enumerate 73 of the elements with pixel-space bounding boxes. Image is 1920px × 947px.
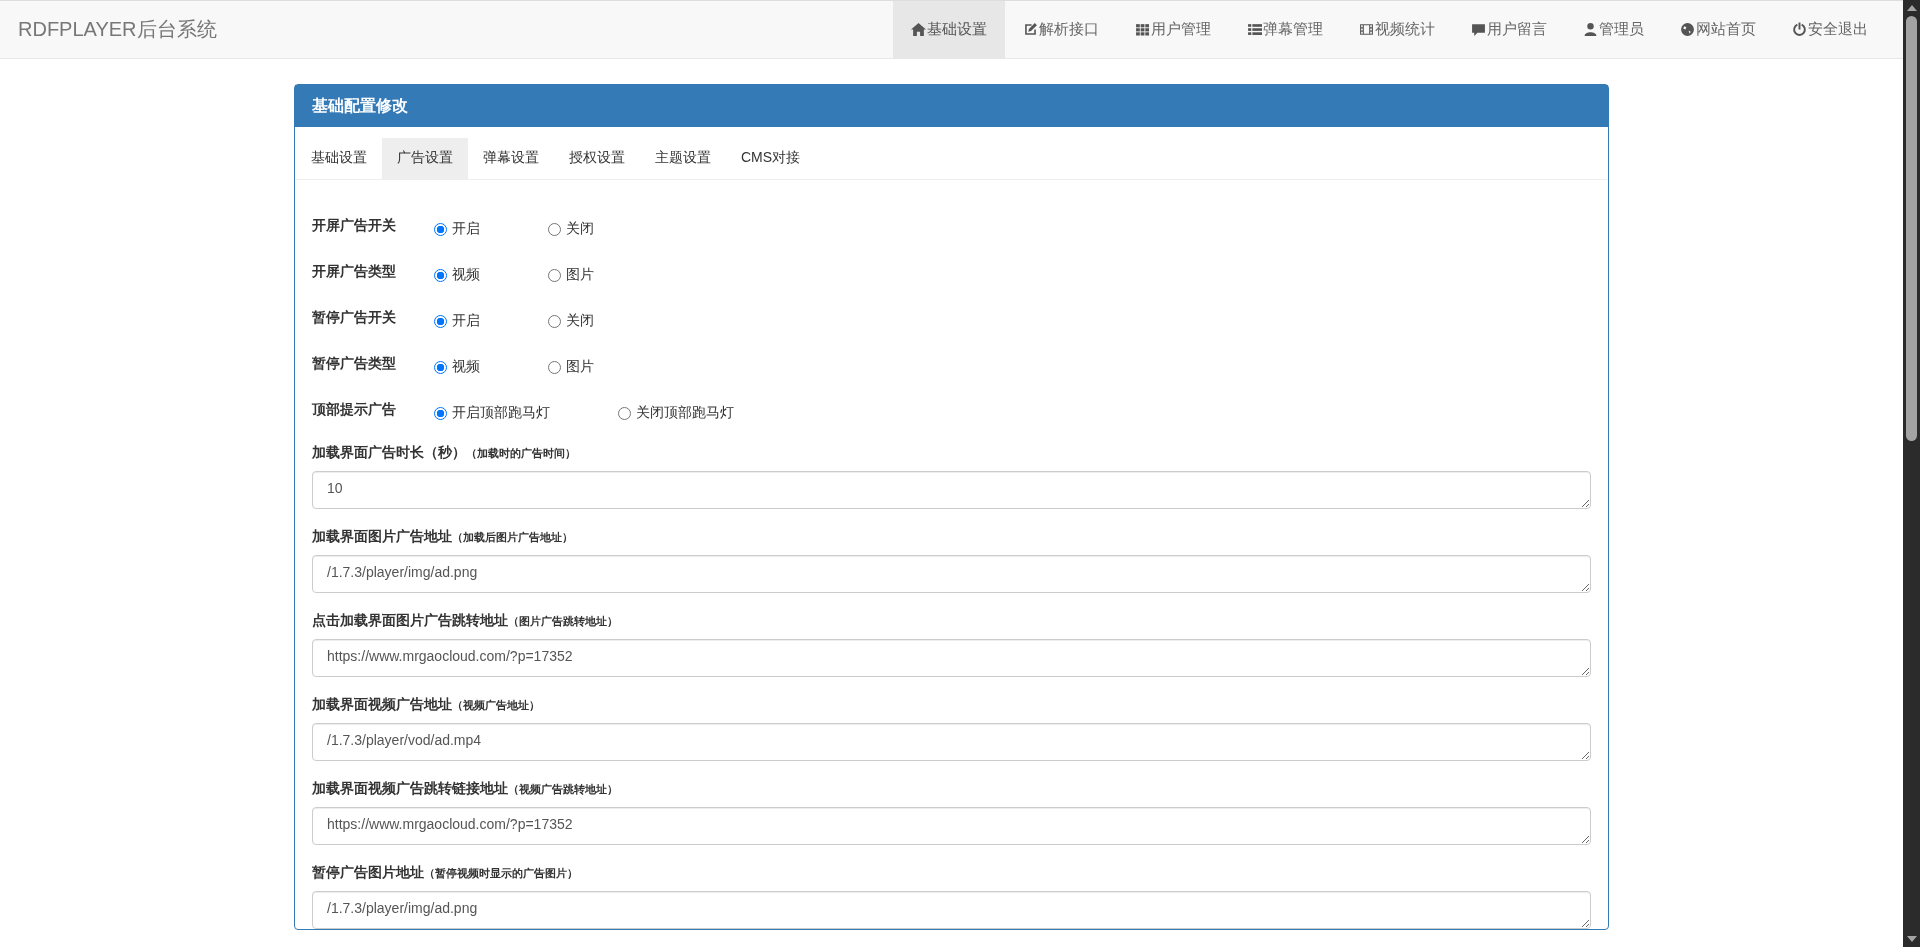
field-label: 暂停广告图片地址 <box>312 864 424 880</box>
radio-label[interactable]: 图片 <box>566 358 594 376</box>
radio-label[interactable]: 视频 <box>452 358 480 376</box>
panel-title: 基础配置修改 <box>312 95 408 116</box>
scrollbar[interactable] <box>1903 0 1920 947</box>
radio-label[interactable]: 开启顶部跑马灯 <box>452 404 550 422</box>
radio-button[interactable] <box>434 360 447 374</box>
radio-button[interactable] <box>434 222 447 236</box>
scroll-up-icon[interactable] <box>1906 5 1917 11</box>
list-icon <box>1247 22 1262 37</box>
radio-button[interactable] <box>548 360 561 374</box>
tab[interactable]: 授权设置 <box>554 138 640 179</box>
home-icon <box>911 22 926 37</box>
field-label: 暂停广告类型 <box>312 355 397 373</box>
radio-button[interactable] <box>548 268 561 282</box>
text-area[interactable]: /1.7.3/player/vod/ad.mp4 <box>312 723 1591 761</box>
radio-label[interactable]: 关闭 <box>566 220 594 238</box>
globe-icon <box>1680 22 1695 37</box>
radio-label[interactable]: 关闭顶部跑马灯 <box>636 404 734 422</box>
edit-icon <box>1023 22 1038 37</box>
field-hint: （视频广告跳转地址） <box>508 783 618 795</box>
text-area[interactable]: https://www.mrgaocloud.com/?p=17352 <box>312 807 1591 845</box>
field-hint: （加载时的广告时间） <box>466 447 576 459</box>
field-hint: （加载后图片广告地址） <box>452 531 573 543</box>
nav-link[interactable]: 网站首页 <box>1662 1 1774 58</box>
radio-button[interactable] <box>434 406 447 420</box>
text-area[interactable]: 10 <box>312 471 1591 509</box>
power-icon <box>1792 22 1807 37</box>
field-hint: （图片广告跳转地址） <box>508 615 618 627</box>
field-hint: （暂停视频时显示的广告图片） <box>424 867 578 879</box>
film-icon <box>1359 22 1374 37</box>
text-area[interactable]: /1.7.3/player/img/ad.png <box>312 891 1591 929</box>
field-label: 开屏广告开关 <box>312 217 397 235</box>
radio-label[interactable]: 图片 <box>566 266 594 284</box>
field-label: 加载界面图片广告地址 <box>312 528 452 544</box>
field-hint: （视频广告地址） <box>452 699 540 711</box>
nav-link[interactable]: 弹幕管理 <box>1229 1 1341 58</box>
field-label: 开屏广告类型 <box>312 263 397 281</box>
text-area[interactable]: /1.7.3/player/img/ad.png <box>312 555 1591 593</box>
nav-link[interactable]: 解析接口 <box>1005 1 1117 58</box>
brand-title[interactable]: RDFPLAYER后台系统 <box>18 16 217 43</box>
tab[interactable]: CMS对接 <box>726 138 816 179</box>
field-label: 加载界面视频广告地址 <box>312 696 452 712</box>
radio-button[interactable] <box>434 268 447 282</box>
nav-link[interactable]: 视频统计 <box>1341 1 1453 58</box>
tab[interactable]: 基础设置 <box>296 138 382 179</box>
tab[interactable]: 弹幕设置 <box>468 138 554 179</box>
field-label: 暂停广告开关 <box>312 309 397 327</box>
nav-link[interactable]: 管理员 <box>1565 1 1662 58</box>
radio-label[interactable]: 关闭 <box>566 312 594 330</box>
radio-button[interactable] <box>548 314 561 328</box>
scrollbar-thumb[interactable] <box>1906 16 1917 441</box>
nav-link[interactable]: 安全退出 <box>1774 1 1886 58</box>
radio-button[interactable] <box>434 314 447 328</box>
radio-label[interactable]: 开启 <box>452 312 480 330</box>
field-label: 加载界面广告时长（秒） <box>312 444 466 460</box>
text-area[interactable]: https://www.mrgaocloud.com/?p=17352 <box>312 639 1591 677</box>
nav-link[interactable]: 用户留言 <box>1453 1 1565 58</box>
tab[interactable]: 广告设置 <box>382 138 468 179</box>
nav-link[interactable]: 基础设置 <box>893 1 1005 58</box>
field-label: 加载界面视频广告跳转链接地址 <box>312 780 508 796</box>
field-label: 顶部提示广告 <box>312 401 397 419</box>
grid-icon <box>1135 22 1150 37</box>
radio-button[interactable] <box>618 406 631 420</box>
radio-label[interactable]: 开启 <box>452 220 480 238</box>
radio-label[interactable]: 视频 <box>452 266 480 284</box>
scroll-down-icon[interactable] <box>1906 936 1917 942</box>
nav-link[interactable]: 用户管理 <box>1117 1 1229 58</box>
radio-button[interactable] <box>548 222 561 236</box>
user-icon <box>1583 22 1598 37</box>
tab[interactable]: 主题设置 <box>640 138 726 179</box>
speech-bubble-icon <box>1471 22 1486 37</box>
field-label: 点击加载界面图片广告跳转地址 <box>312 612 508 628</box>
